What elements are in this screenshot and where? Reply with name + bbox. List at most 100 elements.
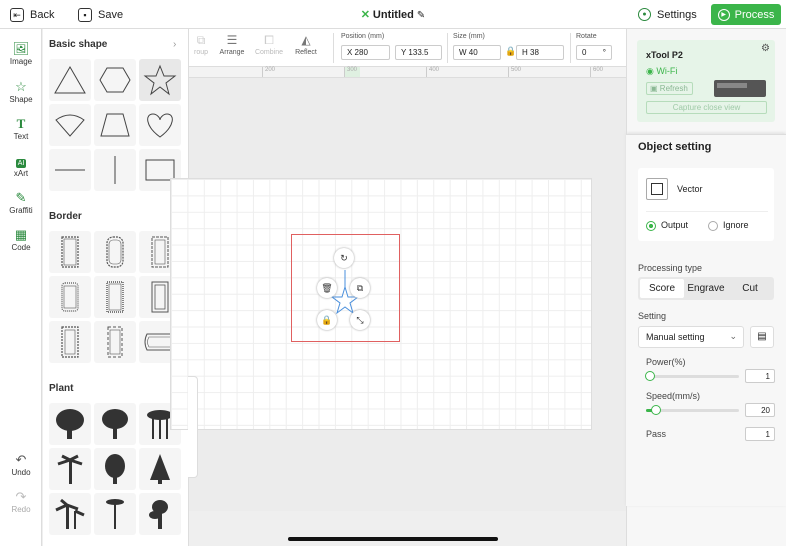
- border-frame-5[interactable]: [94, 276, 136, 318]
- aspect-lock-icon[interactable]: 🔒: [505, 46, 516, 57]
- shape-heart[interactable]: [139, 104, 181, 146]
- shape-hexagon[interactable]: [94, 59, 136, 101]
- ornate-frame-icon: [61, 326, 79, 358]
- home-indicator: [288, 537, 498, 541]
- shape-triangle[interactable]: [49, 59, 91, 101]
- hexagon-icon: [99, 67, 131, 93]
- reflect-label: Reflect: [295, 49, 317, 56]
- settings-label: Settings: [657, 8, 697, 21]
- border-frame-7[interactable]: [49, 321, 91, 363]
- settings-button[interactable]: ● Settings: [638, 8, 697, 21]
- rail-item-code[interactable]: ▦ Code: [0, 227, 42, 252]
- power-slider[interactable]: [646, 375, 739, 378]
- ornate-frame-icon: [107, 326, 123, 358]
- triangle-icon: [54, 65, 86, 94]
- processing-type-cut[interactable]: Cut: [728, 279, 772, 298]
- qr-code-icon: ▦: [14, 227, 28, 242]
- object-type-label: Vector: [677, 184, 703, 194]
- rotate-unit: °: [602, 48, 606, 57]
- arrange-icon: ☰: [226, 33, 238, 47]
- device-card: ⚙ xTool P2 ◉ Wi-Fi ▣ Refresh Capture clo…: [637, 40, 775, 122]
- border-frame-2[interactable]: [94, 231, 136, 273]
- delete-handle[interactable]: 🗑: [317, 278, 337, 298]
- plant-pine[interactable]: [139, 448, 181, 490]
- object-setting-panel: Object setting Vector Output Ignore Proc…: [626, 134, 786, 506]
- plant-tree-2[interactable]: [94, 403, 136, 445]
- edit-setting-icon: ▤: [757, 331, 767, 342]
- rail-item-shape[interactable]: ☆ Shape: [0, 79, 42, 104]
- shape-horizontal-line[interactable]: [49, 149, 91, 191]
- border-frame-4[interactable]: [49, 276, 91, 318]
- processing-type-score[interactable]: Score: [640, 279, 684, 298]
- speed-slider-knob[interactable]: [651, 405, 661, 415]
- plant-bush[interactable]: [94, 448, 136, 490]
- size-w-input[interactable]: W 40: [453, 45, 501, 60]
- output-radio[interactable]: Output: [646, 220, 688, 231]
- plant-palm-2[interactable]: [49, 493, 91, 535]
- device-settings-gear-icon[interactable]: ⚙: [761, 43, 770, 54]
- shape-star[interactable]: [139, 59, 181, 101]
- rotate-input[interactable]: 0 °: [576, 45, 612, 60]
- setting-dropdown[interactable]: Manual setting ⌄: [638, 326, 744, 348]
- border-frame-8[interactable]: [94, 321, 136, 363]
- pine-tree-icon: [150, 454, 170, 484]
- radio-selected-icon: [646, 220, 656, 231]
- ignore-radio[interactable]: Ignore: [708, 220, 749, 231]
- ignore-label: Ignore: [723, 220, 749, 230]
- lock-handle[interactable]: 🔒: [317, 310, 337, 330]
- group-label: roup: [193, 49, 208, 56]
- rail-item-text[interactable]: T Text: [0, 116, 42, 141]
- umbrella-tree-icon: [106, 499, 124, 529]
- shape-vertical-line[interactable]: [94, 149, 136, 191]
- processing-type-engrave[interactable]: Engrave: [684, 279, 728, 298]
- selection-box[interactable]: ↻ 🗑 ⧉ 🔒 ⤡: [291, 234, 400, 342]
- capture-close-view-button[interactable]: Capture close view: [646, 101, 767, 114]
- reflect-tool[interactable]: ◭ Reflect: [288, 33, 324, 56]
- xart-icon: AI: [15, 159, 27, 168]
- shape-panel: Basic shape › Border › Plant ›: [43, 29, 189, 546]
- border-frame-1[interactable]: [49, 231, 91, 273]
- rotate-handle[interactable]: ↻: [334, 248, 354, 268]
- arrange-tool[interactable]: ☰ Arrange: [214, 33, 250, 56]
- section-title-basic-shape: Basic shape: [49, 39, 108, 50]
- plant-tree-1[interactable]: [49, 403, 91, 445]
- plant-palm-1[interactable]: [49, 448, 91, 490]
- play-icon: ▶: [717, 8, 730, 21]
- edit-pencil-icon[interactable]: ✎: [417, 10, 425, 21]
- duplicate-handle[interactable]: ⧉: [350, 278, 370, 298]
- rail-item-graffiti[interactable]: ✎ Graffiti: [0, 190, 42, 215]
- undo-button[interactable]: ↶ Undo: [0, 452, 42, 477]
- process-button[interactable]: ▶ Process: [711, 4, 781, 25]
- shape-trapezoid[interactable]: [94, 104, 136, 146]
- shape-fan[interactable]: [49, 104, 91, 146]
- trash-icon: 🗑: [321, 282, 333, 293]
- scale-handle[interactable]: ⤡: [350, 310, 370, 330]
- chevron-right-icon[interactable]: ›: [173, 39, 176, 50]
- plant-tree-4[interactable]: [139, 493, 181, 535]
- material-library-button[interactable]: ▤: [750, 326, 774, 348]
- vertical-line-icon: [114, 156, 116, 184]
- refresh-icon: ▣: [650, 84, 658, 93]
- refresh-button[interactable]: ▣ Refresh: [646, 82, 693, 95]
- horizontal-line-icon: [55, 169, 85, 171]
- copy-icon: ⧉: [356, 282, 364, 293]
- resize-icon: ⤡: [356, 314, 364, 325]
- position-y-input[interactable]: Y 133.5: [395, 45, 442, 60]
- plant-umbrella-tree[interactable]: [94, 493, 136, 535]
- pass-input[interactable]: 1: [745, 427, 775, 441]
- redo-button[interactable]: ↷ Redo: [0, 489, 42, 514]
- position-x-input[interactable]: X 280: [341, 45, 390, 60]
- rail-item-xart[interactable]: AI xArt: [0, 153, 42, 178]
- size-h-input[interactable]: H 38: [516, 45, 564, 60]
- divider: [646, 211, 768, 212]
- speed-label: Speed(mm/s): [646, 391, 701, 401]
- power-slider-knob[interactable]: [645, 371, 655, 381]
- rail-item-image[interactable]: 🖼 Image: [0, 41, 42, 66]
- laser-machine-image: [714, 80, 766, 97]
- ruler-tick: 200: [262, 67, 275, 77]
- shape-icon: ☆: [15, 79, 27, 94]
- power-input[interactable]: 1: [745, 369, 775, 383]
- processing-type-label: Processing type: [638, 263, 703, 273]
- speed-input[interactable]: 20: [745, 403, 775, 417]
- combine-tool[interactable]: ⧠ Combine: [251, 33, 287, 56]
